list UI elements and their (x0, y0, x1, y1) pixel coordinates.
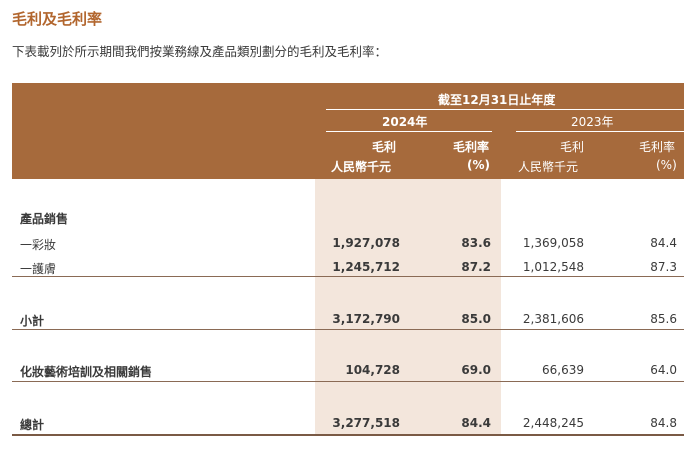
row-label-subtotal: 小計 (20, 314, 45, 328)
year-2023-underline (516, 131, 684, 132)
cell-gm-2024: 83.6 (461, 236, 491, 250)
col-gross-profit-2024: 毛利 (372, 140, 397, 154)
row-divider (12, 329, 684, 330)
cell-gp-2024: 104,728 (345, 363, 400, 377)
unit-pct-2023: (%) (656, 158, 677, 172)
col-margin-2024: 毛利率 (453, 140, 490, 154)
year-2024-underline (326, 131, 492, 132)
row-label-training: 化妝藝術培訓及相關銷售 (20, 365, 153, 379)
row-label-total: 總計 (20, 418, 45, 432)
unit-rmb-2023: 人民幣千元 (518, 160, 579, 174)
intro-text: 下表載列於所示期間我們按業務線及產品類別劃分的毛利及毛利率： (12, 44, 388, 59)
cell-gm-2023: 85.6 (650, 312, 677, 326)
cell-gm-2023: 84.8 (650, 416, 677, 430)
cell-gp-2023: 1,012,548 (522, 260, 584, 274)
cell-gm-2024: 87.2 (461, 260, 491, 274)
cell-gm-2023: 84.4 (650, 236, 677, 250)
unit-pct-2024: (%) (467, 158, 490, 172)
year-2024-heading: 2024年 (382, 115, 428, 129)
row-divider (12, 381, 684, 382)
period-heading: 截至12月31日止年度 (438, 93, 556, 107)
col-gross-profit-2023: 毛利 (560, 140, 585, 154)
row-divider (12, 276, 684, 277)
highlight-2024-column (315, 179, 501, 436)
row-label-product-sales: 產品銷售 (20, 212, 69, 226)
section-title: 毛利及毛利率 (12, 10, 103, 28)
cell-gp-2024: 3,172,790 (332, 312, 400, 326)
period-underline (326, 109, 684, 110)
row-label-makeup: 一彩妝 (20, 238, 57, 252)
cell-gm-2023: 87.3 (650, 260, 677, 274)
row-label-skincare: 一護膚 (20, 262, 57, 276)
cell-gp-2023: 66,639 (542, 363, 584, 377)
cell-gp-2023: 2,448,245 (522, 416, 584, 430)
cell-gm-2024: 84.4 (461, 416, 491, 430)
cell-gp-2024: 3,277,518 (332, 416, 400, 430)
year-2023-heading: 2023年 (571, 115, 614, 129)
cell-gm-2024: 69.0 (461, 363, 491, 377)
cell-gp-2024: 1,927,078 (332, 236, 400, 250)
cell-gp-2023: 2,381,606 (522, 312, 584, 326)
col-margin-2023: 毛利率 (639, 140, 676, 154)
unit-rmb-2024: 人民幣千元 (331, 160, 392, 174)
cell-gm-2024: 85.0 (461, 312, 491, 326)
cell-gm-2023: 64.0 (650, 363, 677, 377)
cell-gp-2024: 1,245,712 (332, 260, 400, 274)
total-rule (12, 434, 684, 436)
cell-gp-2023: 1,369,058 (522, 236, 584, 250)
